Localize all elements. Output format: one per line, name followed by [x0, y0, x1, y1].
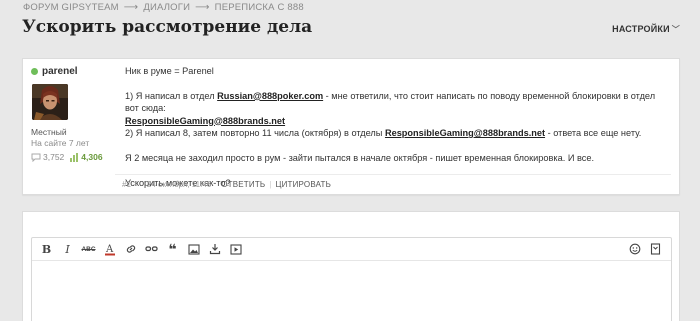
username-link[interactable]: parenel	[42, 66, 78, 77]
post-line: Ник в руме = Parenel	[125, 66, 214, 76]
bar-chart-icon	[70, 152, 79, 162]
link-button[interactable]	[121, 241, 140, 257]
drafts-button[interactable]	[646, 241, 665, 257]
italic-button[interactable]: I	[58, 241, 77, 257]
breadcrumb-separator: ⟶	[195, 2, 210, 13]
post-line: 2) Я написал 8, затем повторно 11 числа …	[125, 128, 642, 139]
emoji-button[interactable]	[625, 241, 644, 257]
quote-link-button[interactable]: ЦИТИРОВАТЬ	[275, 180, 331, 189]
download-icon	[209, 244, 220, 255]
reply-box: B I ABC A ❝	[22, 211, 680, 321]
text-color-button[interactable]: A	[100, 241, 119, 257]
avatar[interactable]	[32, 84, 68, 120]
unlink-icon	[145, 246, 158, 252]
speech-bubble-icon	[31, 153, 41, 162]
post-line: 1) Я написал в отдел Russian@888poker.co…	[125, 90, 656, 114]
video-icon	[229, 243, 242, 255]
quote-button[interactable]: ❝	[163, 241, 182, 257]
editor-toolbar: B I ABC A ❝	[32, 238, 671, 261]
page-title: Ускорить рассмотрение дела	[22, 17, 313, 37]
unlink-button[interactable]	[142, 241, 161, 257]
image-button[interactable]	[184, 241, 203, 257]
email-link[interactable]: ResponsibleGaming@888brands.net	[125, 116, 285, 126]
divider: |	[269, 180, 272, 189]
post-date[interactable]: 24 октября, 11:46	[147, 180, 211, 189]
bold-button[interactable]: B	[37, 241, 56, 257]
breadcrumb-item-conversation[interactable]: ПЕРЕПИСКА С 888	[215, 2, 304, 13]
video-button[interactable]	[226, 241, 245, 257]
reply-button[interactable]: ОТВЕТИТЬ	[221, 180, 265, 189]
settings-label: НАСТРОЙКИ	[612, 24, 670, 34]
post-line: Я 2 месяца не заходил просто в рум - зай…	[125, 152, 595, 163]
breadcrumb: ФОРУМ GIPSYTEAM ⟶ ДИАЛОГИ ⟶ ПЕРЕПИСКА С 888	[23, 2, 304, 13]
like-count: 4,306	[69, 152, 103, 162]
online-status-icon	[31, 68, 38, 75]
upload-button[interactable]	[205, 241, 224, 257]
text-color-icon: A	[104, 244, 115, 255]
editor-text-area[interactable]	[32, 261, 671, 321]
settings-menu-button[interactable]: НАСТРОЙКИ ﹀	[612, 24, 680, 35]
user-role: Местный	[31, 127, 67, 137]
document-icon	[650, 243, 661, 255]
chevron-down-icon: ﹀	[671, 25, 680, 34]
member-since: На сайте 7 лет	[31, 138, 90, 148]
svg-text:A: A	[105, 244, 114, 255]
link-icon	[126, 245, 135, 253]
post-body: Ник в руме = Parenel 1) Я написал в отде…	[125, 65, 665, 189]
image-icon	[187, 243, 200, 255]
message-count: 3,752	[31, 152, 64, 162]
email-link[interactable]: Russian@888poker.com	[217, 91, 323, 101]
strikethrough-button[interactable]: ABC	[79, 241, 98, 257]
page: ФОРУМ GIPSYTEAM ⟶ ДИАЛОГИ ⟶ ПЕРЕПИСКА С 888 …	[0, 0, 700, 321]
breadcrumb-item-dialogs[interactable]: ДИАЛОГИ	[143, 2, 190, 13]
post-number-link[interactable]: #1	[122, 180, 131, 189]
message-editor[interactable]: B I ABC A ❝	[31, 237, 672, 321]
post-footer: #1 24 октября, 11:46 ОТВЕТИТЬ | ЦИТИРОВА…	[115, 174, 671, 189]
user-stats: 3,752 4,306	[31, 152, 111, 162]
smiley-icon	[629, 243, 640, 255]
breadcrumb-separator: ⟶	[123, 2, 139, 13]
page-scrollbar[interactable]	[688, 0, 695, 321]
breadcrumb-item-forum[interactable]: ФОРУМ GIPSYTEAM	[23, 2, 119, 13]
post-author: parenel Местный На сайте 7 лет 3,752 4,3…	[31, 66, 111, 162]
message-post: parenel Местный На сайте 7 лет 3,752 4,3…	[22, 58, 680, 195]
email-link[interactable]: ResponsibleGaming@888brands.net	[385, 128, 545, 138]
post-line: ResponsibleGaming@888brands.net	[125, 115, 665, 127]
